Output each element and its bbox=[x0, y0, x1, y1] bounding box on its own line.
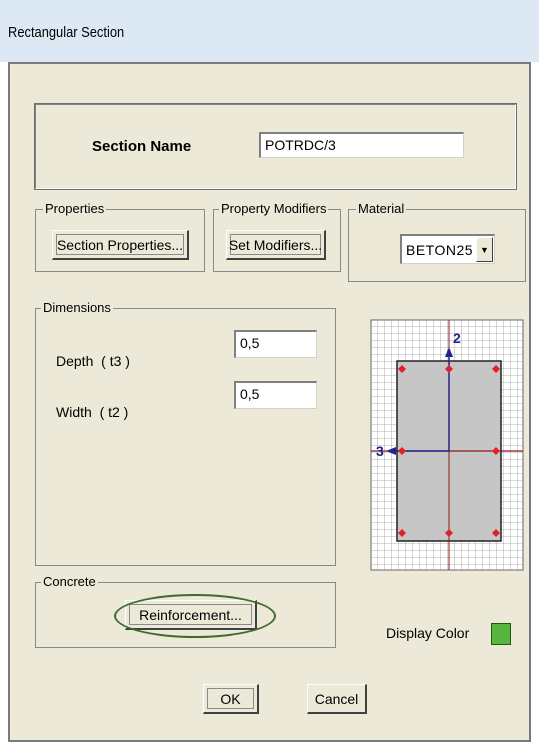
properties-group: Properties Section Properties... bbox=[35, 202, 205, 272]
concrete-legend: Concrete bbox=[41, 574, 98, 589]
section-name-input[interactable]: POTRDC/3 bbox=[259, 132, 464, 158]
properties-legend: Properties bbox=[43, 201, 107, 216]
ok-label: OK bbox=[220, 691, 241, 707]
depth-label: Depth ( t3 ) bbox=[56, 353, 130, 369]
material-selected-value: BETON25 bbox=[406, 242, 474, 258]
cancel-label: Cancel bbox=[314, 691, 359, 707]
section-properties-button[interactable]: Section Properties... bbox=[52, 230, 189, 260]
width-input[interactable]: 0,5 bbox=[234, 381, 317, 409]
material-legend: Material bbox=[356, 201, 407, 216]
set-modifiers-label: Set Modifiers... bbox=[228, 237, 323, 253]
material-select[interactable]: BETON25 ▼ bbox=[400, 234, 495, 264]
cancel-button[interactable]: Cancel bbox=[307, 684, 367, 714]
title-bar: Rectangular Section bbox=[0, 0, 539, 62]
property-modifiers-legend: Property Modifiers bbox=[219, 201, 329, 216]
highlight-ellipse bbox=[114, 594, 276, 638]
axis-3-label: 3 bbox=[376, 443, 384, 459]
set-modifiers-button[interactable]: Set Modifiers... bbox=[226, 230, 326, 260]
dimensions-legend: Dimensions bbox=[41, 300, 113, 315]
section-name-label: Section Name bbox=[92, 138, 192, 155]
section-preview: 2 3 bbox=[370, 319, 524, 571]
width-label: Width ( t2 ) bbox=[56, 404, 129, 420]
dialog-body: Section Name POTRDC/3 Properties Section… bbox=[8, 62, 531, 742]
material-group: Material BETON25 ▼ bbox=[348, 202, 526, 282]
display-color-swatch[interactable] bbox=[491, 623, 511, 645]
ok-button[interactable]: OK bbox=[203, 684, 259, 714]
axis-2-label: 2 bbox=[453, 330, 461, 346]
window-title: Rectangular Section bbox=[8, 24, 125, 41]
section-name-panel: Section Name POTRDC/3 bbox=[34, 103, 517, 190]
depth-input[interactable]: 0,5 bbox=[234, 330, 317, 358]
section-properties-label: Section Properties... bbox=[56, 237, 184, 253]
display-color-label: Display Color bbox=[386, 625, 470, 641]
dimensions-group: Dimensions Depth ( t3 ) 0,5 Width ( t2 )… bbox=[35, 301, 336, 566]
chevron-down-icon[interactable]: ▼ bbox=[476, 237, 493, 262]
property-modifiers-group: Property Modifiers Set Modifiers... bbox=[213, 202, 341, 272]
